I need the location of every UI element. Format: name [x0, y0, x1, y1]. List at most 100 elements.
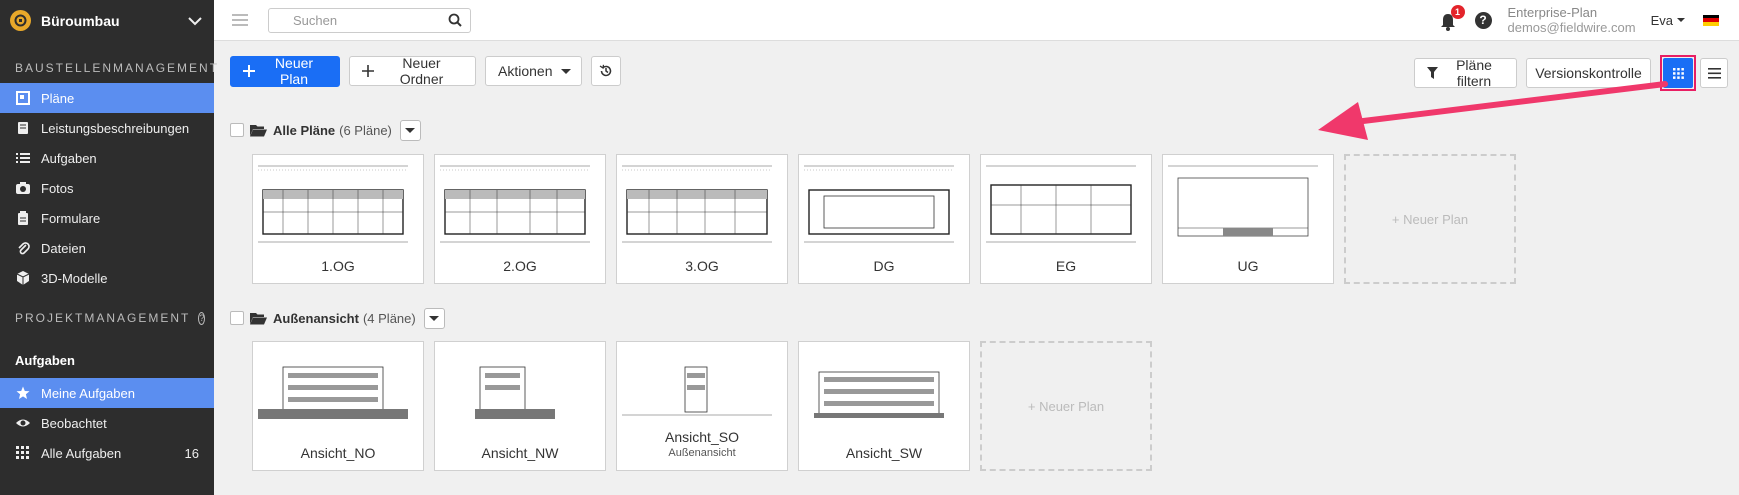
search-input[interactable]	[293, 12, 448, 28]
section-title-projektmanagement[interactable]: PROJEKTMANAGEMENT ?	[0, 303, 214, 333]
user-email: demos@fieldwire.com	[1507, 20, 1636, 35]
top-bar: 1 ? Enterprise-Plan demos@fieldwire.com …	[214, 0, 1739, 41]
chevron-down-icon[interactable]	[186, 12, 204, 30]
sidebar-item-tasks[interactable]: Aufgaben	[0, 143, 214, 173]
help-icon[interactable]: ?	[1474, 11, 1492, 29]
sidebar-item-my-tasks[interactable]: Meine Aufgaben	[0, 378, 214, 408]
plan-card[interactable]: Ansicht_SO Außenansicht	[616, 341, 788, 471]
task-count: 16	[184, 445, 199, 461]
star-icon	[15, 386, 30, 401]
plus-icon	[243, 65, 255, 77]
sidebar-item-label: Aufgaben	[41, 150, 97, 166]
plan-name: Ansicht_SO	[665, 429, 739, 445]
plan-card-label: Ansicht_SW	[799, 445, 969, 461]
sidebar-item-forms[interactable]: Formulare	[0, 203, 214, 233]
account-info[interactable]: Enterprise-Plan demos@fieldwire.com	[1508, 5, 1636, 35]
folder-name[interactable]: Alle Pläne	[273, 123, 335, 138]
search-box[interactable]	[268, 7, 471, 33]
notification-badge: 1	[1450, 5, 1465, 19]
folder-checkbox[interactable]	[230, 311, 244, 325]
plan-thumbnail	[617, 347, 777, 435]
history-button[interactable]	[591, 56, 621, 86]
new-folder-button[interactable]: Neuer Ordner	[349, 55, 476, 87]
sidebar-item-photos[interactable]: Fotos	[0, 173, 214, 203]
sidebar-item-label: Dateien	[41, 240, 86, 256]
list-icon	[15, 151, 30, 166]
plan-card[interactable]: Ansicht_NW	[434, 341, 606, 471]
sidebar-item-all-tasks[interactable]: Alle Aufgaben 16	[0, 438, 214, 468]
plan-card-label: Ansicht_NO	[253, 445, 423, 461]
project-name: Büroumbau	[41, 12, 120, 29]
plan-card[interactable]: Ansicht_NO	[252, 341, 424, 471]
actions-dropdown[interactable]: Aktionen	[485, 56, 582, 86]
plan-name: EG	[1055, 258, 1077, 274]
notifications-bell[interactable]: 1	[1439, 5, 1465, 31]
plan-thumbnail	[617, 160, 777, 248]
annotation-arrow	[1318, 81, 1668, 140]
sidebar-item-specifications[interactable]: Leistungsbeschreibungen	[0, 113, 214, 143]
folder-checkbox[interactable]	[230, 123, 244, 137]
plan-card-label: UG	[1163, 258, 1333, 274]
caret-down-icon	[429, 315, 440, 321]
sidebar-item-label: Formulare	[41, 210, 101, 226]
plan-card[interactable]: Ansicht_SW	[798, 341, 970, 471]
section-title-label: PROJEKTMANAGEMENT	[15, 311, 191, 325]
plan-card[interactable]: UG	[1162, 154, 1334, 284]
plan-name: 1.OG	[321, 258, 355, 274]
plan-card-label: 1.OG	[253, 258, 423, 274]
cube-icon	[15, 271, 30, 286]
caret-down-icon	[561, 68, 572, 74]
folder-open-icon	[250, 124, 267, 137]
plan-card[interactable]: 2.OG	[434, 154, 606, 284]
plan-card[interactable]: 3.OG	[616, 154, 788, 284]
new-plan-placeholder[interactable]: + Neuer Plan	[980, 341, 1152, 471]
new-plan-button[interactable]: Neuer Plan	[230, 55, 340, 87]
plan-thumbnail	[1163, 160, 1323, 248]
plan-name: Ansicht_NW	[481, 445, 559, 461]
history-icon	[599, 64, 612, 77]
camera-icon	[15, 181, 30, 196]
sidebar-item-files[interactable]: Dateien	[0, 233, 214, 263]
sidebar: Büroumbau BAUSTELLENMANAGEMENT Pläne Lei…	[0, 0, 220, 495]
sidebar-item-3d-models[interactable]: 3D-Modelle	[0, 263, 214, 293]
list-view-toggle[interactable]	[1700, 58, 1728, 88]
plan-thumbnail	[981, 160, 1141, 248]
sidebar-item-label: Alle Aufgaben	[41, 445, 122, 461]
plan-card[interactable]: 1.OG	[252, 154, 424, 284]
hamburger-menu-icon[interactable]	[232, 14, 248, 26]
section-title-baustellenmanagement: BAUSTELLENMANAGEMENT	[15, 61, 220, 75]
sidebar-item-plans[interactable]: Pläne	[0, 83, 214, 113]
folder-options-dropdown[interactable]	[399, 119, 421, 141]
folder-options-dropdown[interactable]	[423, 307, 445, 329]
plan-thumbnail	[799, 160, 959, 248]
sidebar-item-label: Meine Aufgaben	[41, 385, 135, 401]
user-menu[interactable]: Eva	[1651, 13, 1685, 28]
clipboard-icon	[15, 211, 30, 226]
plan-card-label: 3.OG	[617, 258, 787, 274]
sidebar-item-watched[interactable]: Beobachtet	[0, 408, 214, 438]
plan-name: 3.OG	[685, 258, 719, 274]
language-flag-icon[interactable]	[1703, 14, 1719, 26]
plan-card[interactable]: EG	[980, 154, 1152, 284]
user-name: Eva	[1650, 12, 1673, 28]
search-icon[interactable]	[448, 13, 462, 27]
plan-name: DG	[873, 258, 895, 274]
sidebar-item-label: Leistungsbeschreibungen	[41, 120, 190, 136]
actions-label: Aktionen	[498, 63, 553, 79]
help-circle-icon[interactable]: ?	[198, 311, 206, 325]
folder-plan-count: (6 Pläne)	[339, 122, 392, 138]
new-plan-placeholder-label: + Neuer Plan	[1391, 211, 1469, 227]
project-switcher[interactable]: Büroumbau	[0, 0, 214, 41]
plan-card[interactable]: DG	[798, 154, 970, 284]
plan-name: UG	[1237, 258, 1259, 274]
project-logo-icon	[10, 10, 31, 31]
section-title-tasks: Aufgaben	[15, 352, 75, 368]
new-plan-placeholder[interactable]: + Neuer Plan	[1344, 154, 1516, 284]
folder-name[interactable]: Außenansicht	[273, 311, 359, 326]
plans-grid-all: 1.OG 2.OG 3.OG DG EG UG + Neuer Plan	[252, 154, 1526, 284]
grid-view-icon	[1672, 67, 1684, 79]
paperclip-icon	[15, 241, 30, 256]
folder-plan-count: (4 Pläne)	[362, 310, 416, 326]
new-folder-label: Neuer Ordner	[399, 55, 444, 87]
plans-grid-exterior: Ansicht_NO Ansicht_NW Ansicht_SO Außenan…	[252, 341, 1162, 471]
